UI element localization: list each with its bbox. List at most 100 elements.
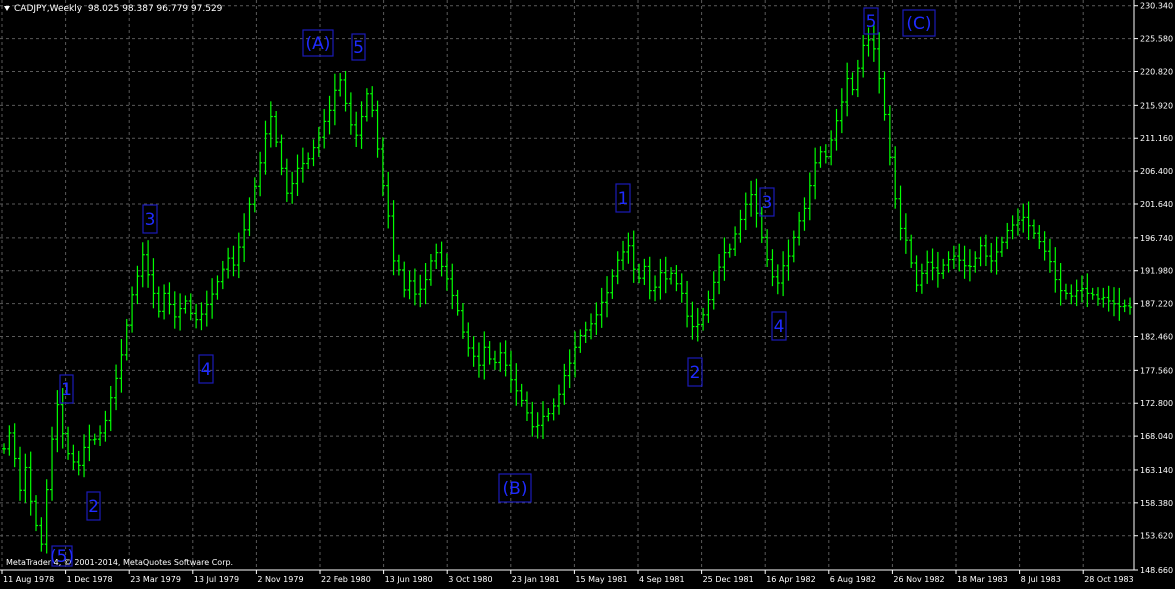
y-tick-label: 153.620: [1140, 532, 1173, 541]
price-bar: [1053, 247, 1058, 293]
price-bar: [263, 120, 268, 175]
price-bar: [754, 178, 759, 228]
price-bar: [380, 137, 385, 197]
price-bar: [194, 303, 199, 329]
price-bar: [797, 211, 802, 246]
price-bar: [1106, 285, 1111, 312]
x-tick-label: 8 Jul 1983: [1021, 575, 1061, 584]
price-bar: [300, 147, 305, 183]
x-tick-label: 16 Apr 1982: [766, 575, 815, 584]
price-bar: [540, 401, 545, 440]
price-bar: [92, 433, 97, 445]
price-bar: [455, 289, 460, 316]
price-bar: [765, 229, 770, 268]
price-bar: [12, 423, 17, 468]
price-bar: [119, 338, 124, 393]
price-bar: [327, 95, 332, 135]
price-bar: [818, 146, 823, 168]
wave-label[interactable]: 5: [351, 33, 366, 61]
wave-label[interactable]: (A): [302, 29, 334, 57]
price-bar: [172, 291, 177, 329]
x-tick-label: 25 Dec 1981: [703, 575, 754, 584]
wave-label[interactable]: 4: [198, 354, 214, 384]
wave-label[interactable]: 5: [863, 7, 879, 35]
wave-label[interactable]: (C): [902, 9, 936, 37]
price-bar: [167, 282, 172, 315]
price-bar: [295, 154, 300, 196]
wave-label[interactable]: 4: [771, 311, 787, 341]
y-tick-label: 168.040: [1140, 432, 1173, 441]
wave-label[interactable]: 2: [687, 357, 703, 387]
price-bar: [284, 158, 289, 202]
chart-title: CADJPY,Weekly 98.025 98.387 96.779 97.52…: [4, 4, 222, 14]
price-bar: [434, 243, 439, 270]
price-bar: [444, 253, 449, 291]
y-tick-label: 177.560: [1140, 366, 1173, 375]
wave-label[interactable]: 3: [142, 204, 158, 234]
price-bar: [1090, 287, 1095, 300]
wave-label-text: (C): [906, 14, 931, 34]
price-bar: [1021, 203, 1026, 233]
price-bar: [1074, 279, 1079, 307]
price-bar: [839, 88, 844, 134]
wave-label[interactable]: (B): [498, 473, 532, 503]
dropdown-triangle-icon[interactable]: [4, 6, 10, 11]
wave-label-text: 2: [690, 363, 701, 383]
price-bar: [482, 331, 487, 380]
price-bar: [130, 286, 135, 333]
symbol-name: CADJPY,Weekly: [14, 4, 83, 14]
price-bar: [1047, 238, 1052, 273]
wave-label-text: 4: [774, 317, 785, 337]
x-tick-label: 28 Oct 1983: [1084, 575, 1133, 584]
price-chart[interactable]: (5)1234(A) 5(B)12345 (C) 230.340225.580220…: [0, 0, 1175, 589]
price-bar: [791, 230, 796, 263]
price-bar: [957, 243, 962, 272]
wave-label-text: 3: [762, 193, 773, 213]
price-bar: [546, 408, 551, 422]
price-bar: [402, 261, 407, 298]
y-tick-label: 201.640: [1140, 200, 1173, 209]
price-bar: [274, 111, 279, 148]
price-bar: [370, 86, 375, 118]
price-bar: [226, 247, 231, 279]
x-tick-label: 23 Mar 1979: [130, 575, 181, 584]
price-bar: [775, 264, 780, 295]
wave-labels: (5)1234(A) 5(B)12345 (C): [50, 7, 936, 567]
wave-label[interactable]: 2: [86, 491, 101, 521]
wave-label[interactable]: 1: [59, 374, 74, 404]
price-bar: [967, 249, 972, 282]
price-bar: [476, 342, 481, 378]
price-bar: [653, 275, 658, 302]
wave-label-text: 4: [201, 360, 212, 380]
x-tick-label: 1 Dec 1978: [67, 575, 113, 584]
x-tick-label: 11 Aug 1978: [3, 575, 54, 584]
price-bar: [247, 197, 252, 237]
x-tick-label: 2 Nov 1979: [257, 575, 303, 584]
price-bar: [359, 101, 364, 149]
price-bar: [909, 234, 914, 268]
price-bar: [7, 425, 12, 456]
price-bar: [199, 302, 204, 331]
price-bar: [834, 108, 839, 151]
price-bar: [903, 213, 908, 254]
price-bar: [423, 262, 428, 305]
price-bar: [188, 293, 193, 321]
price-bar: [1122, 299, 1127, 313]
price-bar: [1095, 287, 1100, 306]
x-tick-label: 13 Jul 1979: [194, 575, 239, 584]
y-tick-label: 230.340: [1140, 2, 1173, 11]
price-bar: [626, 232, 631, 264]
y-tick-label: 196.740: [1140, 234, 1173, 243]
ohlc-values: 98.025 98.387 96.779 97.529: [87, 4, 223, 14]
chart-area[interactable]: (5) 1 2 3 4 (A) 5 (B) 1 2 3 4 5 (C) 230.340 225.580 220…: [0, 0, 1175, 589]
price-bar: [551, 398, 556, 421]
price-bar: [508, 350, 513, 393]
y-tick-label: 158.380: [1140, 499, 1173, 508]
price-bar: [375, 100, 380, 158]
price-bar: [919, 263, 924, 294]
wave-label[interactable]: 1: [615, 183, 631, 213]
price-bar: [322, 108, 327, 149]
price-bar: [786, 239, 791, 281]
price-bar: [103, 410, 108, 442]
wave-label[interactable]: 3: [759, 187, 775, 217]
